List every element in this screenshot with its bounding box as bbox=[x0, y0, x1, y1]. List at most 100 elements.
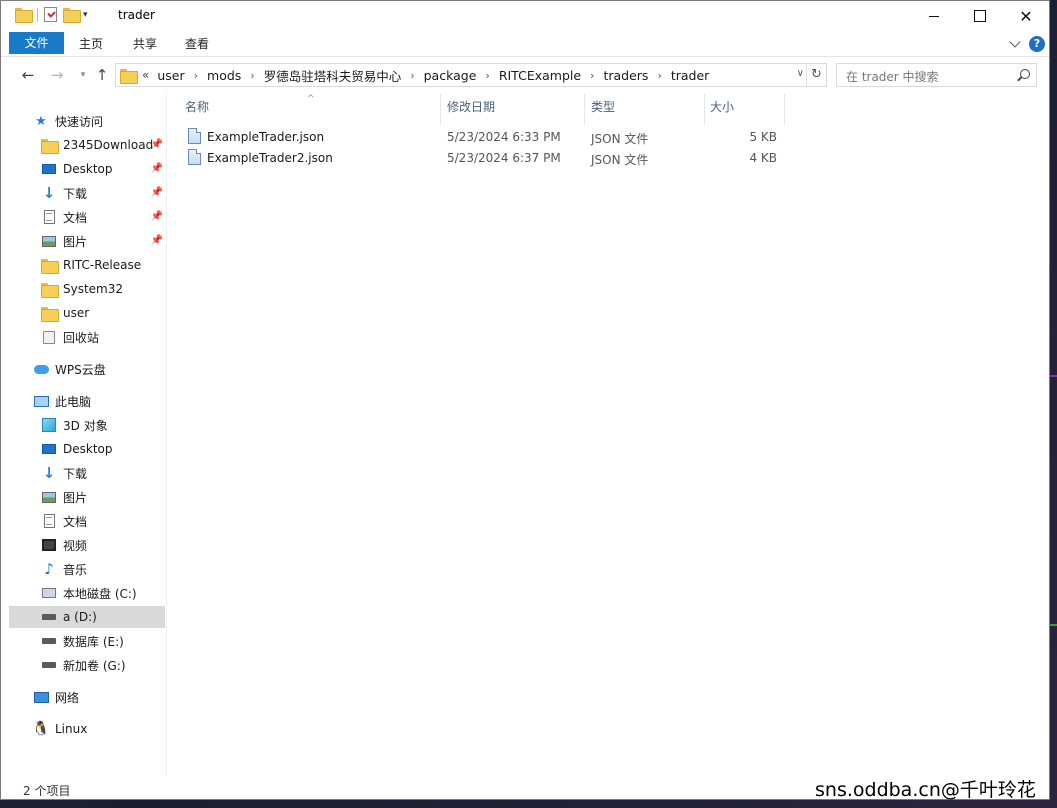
sidebar-item-3d-objects[interactable]: 3D 对象 bbox=[9, 414, 165, 436]
sidebar-item-label: Desktop bbox=[63, 162, 113, 176]
navigation-row: ← → ▾ ↑ « user › mods › 罗德岛驻塔科夫贸易中心 › pa… bbox=[1, 58, 1049, 92]
tab-file[interactable]: 文件 bbox=[9, 32, 64, 54]
breadcrumb-mods[interactable]: mods bbox=[207, 68, 241, 83]
breadcrumb-trader[interactable]: trader bbox=[671, 68, 709, 83]
sidebar-item-desktop[interactable]: Desktop 📌 bbox=[9, 158, 165, 180]
music-icon: ♪ bbox=[44, 560, 54, 578]
sidebar-item-ritc-release[interactable]: RITC-Release bbox=[9, 254, 165, 276]
sidebar-item-wps-cloud[interactable]: WPS云盘 bbox=[9, 358, 165, 380]
file-name: ExampleTrader.json bbox=[207, 130, 325, 144]
json-file-icon bbox=[188, 149, 201, 165]
sidebar-item-pc-desktop[interactable]: Desktop bbox=[9, 438, 165, 460]
pin-icon[interactable]: 📌 bbox=[151, 163, 163, 174]
file-explorer-window: ▾ trader ✕ 文件 主页 共享 查看 ? ← → ▾ ↑ « user … bbox=[0, 0, 1050, 800]
cloud-icon bbox=[33, 364, 49, 374]
sidebar-item-pc-documents[interactable]: 文档 bbox=[9, 510, 165, 532]
sidebar-item-recycle-bin[interactable]: 回收站 bbox=[9, 326, 165, 348]
sidebar-item-pc-pictures[interactable]: 图片 bbox=[9, 486, 165, 508]
pin-icon[interactable]: 📌 bbox=[151, 187, 163, 198]
file-row[interactable]: ExampleTrader.json 5/23/2024 6:33 PM JSO… bbox=[185, 126, 785, 147]
sidebar-item-drive-e[interactable]: 数据库 (E:) bbox=[9, 630, 165, 652]
sidebar-item-drive-d[interactable]: a (D:) bbox=[9, 606, 165, 628]
sidebar-item-label: 下载 bbox=[63, 186, 88, 201]
back-button[interactable]: ← bbox=[19, 66, 37, 84]
search-placeholder: 在 trader 中搜索 bbox=[846, 70, 939, 84]
overflow-crumbs-icon[interactable]: « bbox=[142, 68, 149, 82]
properties-icon[interactable] bbox=[44, 7, 57, 22]
file-list: ^ 名称 修改日期 类型 大小 ExampleTrader.json 5/23/… bbox=[168, 92, 1049, 776]
sidebar-item-pc-downloads[interactable]: ↓ 下载 bbox=[9, 462, 165, 484]
column-header-name[interactable]: ^ 名称 bbox=[168, 94, 441, 124]
column-header-size[interactable]: 大小 bbox=[705, 94, 785, 124]
sidebar-item-quick-access[interactable]: ★ 快速访问 bbox=[9, 110, 165, 132]
sidebar-item-documents[interactable]: 文档 📌 bbox=[9, 206, 165, 228]
help-icon[interactable]: ? bbox=[1029, 36, 1045, 52]
sidebar-item-downloads[interactable]: ↓ 下载 📌 bbox=[9, 182, 165, 204]
column-header-label: 名称 bbox=[185, 100, 210, 114]
column-header-type[interactable]: 类型 bbox=[585, 94, 705, 124]
folder-icon bbox=[41, 306, 59, 322]
tab-home[interactable]: 主页 bbox=[71, 33, 111, 57]
pin-icon[interactable]: 📌 bbox=[151, 139, 163, 150]
pictures-icon bbox=[42, 491, 56, 503]
refresh-icon[interactable]: ↻ bbox=[806, 64, 826, 86]
tab-view[interactable]: 查看 bbox=[177, 33, 217, 57]
sidebar-item-2345download[interactable]: 2345Download 📌 bbox=[9, 134, 165, 156]
breadcrumb-user[interactable]: user bbox=[157, 68, 184, 83]
sidebar-item-this-pc[interactable]: 此电脑 bbox=[9, 390, 165, 412]
address-bar[interactable]: « user › mods › 罗德岛驻塔科夫贸易中心 › package › … bbox=[115, 63, 827, 87]
breadcrumb-package[interactable]: package bbox=[424, 68, 477, 83]
chevron-right-icon[interactable]: › bbox=[657, 69, 661, 82]
chevron-right-icon[interactable]: › bbox=[250, 69, 254, 82]
column-header-date[interactable]: 修改日期 bbox=[441, 94, 585, 124]
sidebar-item-user[interactable]: user bbox=[9, 302, 165, 324]
sidebar-item-label: RITC-Release bbox=[63, 258, 142, 272]
sidebar-item-label: 数据库 (E:) bbox=[63, 634, 124, 649]
chevron-right-icon[interactable]: › bbox=[590, 69, 594, 82]
file-type: JSON 文件 bbox=[591, 132, 649, 146]
sidebar-item-label: 2345Download bbox=[63, 138, 154, 152]
sidebar-item-pictures[interactable]: 图片 📌 bbox=[9, 230, 165, 252]
customize-toolbar-chevron-down-icon[interactable]: ▾ bbox=[83, 10, 88, 20]
sidebar-item-linux[interactable]: 🐧 Linux bbox=[9, 718, 165, 740]
breadcrumb-trade-center[interactable]: 罗德岛驻塔科夫贸易中心 bbox=[264, 66, 402, 85]
drive-icon bbox=[42, 662, 56, 668]
minimize-button[interactable] bbox=[911, 1, 957, 31]
sidebar-item-label: System32 bbox=[63, 282, 124, 296]
close-button[interactable]: ✕ bbox=[1003, 1, 1049, 31]
sidebar-item-videos[interactable]: 视频 bbox=[9, 534, 165, 556]
sidebar-item-drive-g[interactable]: 新加卷 (G:) bbox=[9, 654, 165, 676]
quick-access-toolbar: ▾ bbox=[15, 7, 88, 23]
file-type: JSON 文件 bbox=[591, 153, 649, 167]
pin-icon[interactable]: 📌 bbox=[151, 211, 163, 222]
chevron-right-icon[interactable]: › bbox=[194, 69, 198, 82]
expand-ribbon-chevron-down-icon[interactable] bbox=[1009, 36, 1021, 48]
breadcrumb-ritcexample[interactable]: RITCExample bbox=[499, 68, 581, 83]
new-folder-icon[interactable] bbox=[63, 8, 81, 23]
pin-icon[interactable]: 📌 bbox=[151, 235, 163, 246]
json-file-icon bbox=[188, 128, 201, 144]
tab-share[interactable]: 共享 bbox=[125, 33, 165, 57]
ribbon-right-controls: ? bbox=[1009, 36, 1045, 52]
maximize-button[interactable] bbox=[957, 1, 1003, 31]
search-box[interactable]: 在 trader 中搜索 bbox=[836, 63, 1037, 87]
up-button[interactable]: ↑ bbox=[93, 66, 111, 84]
breadcrumb-traders[interactable]: traders bbox=[603, 68, 648, 83]
recent-locations-chevron-down-icon[interactable]: ▾ bbox=[74, 66, 92, 84]
computer-icon bbox=[33, 395, 49, 407]
desktop-decoration bbox=[1050, 375, 1057, 377]
chevron-right-icon[interactable]: › bbox=[410, 69, 414, 82]
file-row[interactable]: ExampleTrader2.json 5/23/2024 6:37 PM JS… bbox=[185, 147, 785, 168]
search-icon[interactable] bbox=[1017, 69, 1030, 81]
desktop-icon bbox=[42, 444, 56, 454]
sidebar-item-label: user bbox=[63, 306, 90, 320]
chevron-right-icon[interactable]: › bbox=[485, 69, 489, 82]
address-history-chevron-down-icon[interactable]: ∨ bbox=[797, 68, 804, 79]
sidebar-item-system32[interactable]: System32 bbox=[9, 278, 165, 300]
forward-button[interactable]: → bbox=[48, 66, 66, 84]
sidebar-item-drive-c[interactable]: 本地磁盘 (C:) bbox=[9, 582, 165, 604]
linux-penguin-icon: 🐧 bbox=[32, 721, 50, 737]
sidebar-item-network[interactable]: 网络 bbox=[9, 686, 165, 708]
drive-icon bbox=[42, 638, 56, 644]
sidebar-item-music[interactable]: ♪ 音乐 bbox=[9, 558, 165, 580]
